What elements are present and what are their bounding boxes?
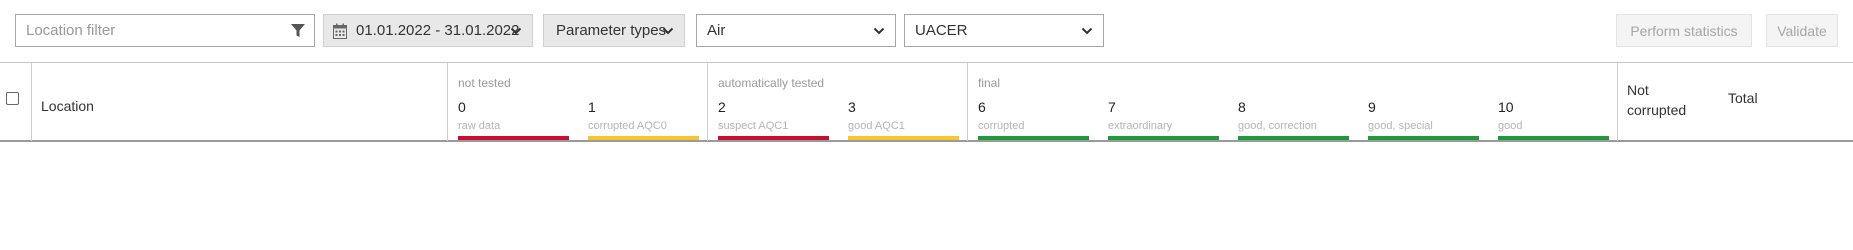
- column-divider: [967, 63, 968, 141]
- parameter-types-dropdown[interactable]: Parameter types: [543, 14, 685, 47]
- flag-code: 1: [588, 99, 596, 115]
- table-header: Location not tested automatically tested…: [0, 62, 1853, 142]
- flag-label: corrupted AQC0: [588, 120, 667, 132]
- flag-label: good AQC1: [848, 120, 905, 132]
- flag-code: 0: [458, 99, 466, 115]
- flag-label: good, special: [1368, 120, 1433, 132]
- column-divider: [1617, 63, 1618, 141]
- total-column-header: Total: [1728, 90, 1758, 106]
- group-not-tested: not tested: [458, 76, 511, 90]
- flag-code: 3: [848, 99, 856, 115]
- column-divider: [707, 63, 708, 141]
- flag-color-bar: [978, 136, 1089, 140]
- filter-icon[interactable]: [290, 23, 306, 39]
- network-value: UACER: [915, 22, 968, 39]
- chevron-down-icon: [510, 27, 522, 35]
- date-range-value: 01.01.2022 - 31.01.2022: [356, 22, 520, 39]
- flag-color-bar: [848, 136, 959, 140]
- chevron-down-icon: [873, 27, 885, 35]
- flag-color-bar: [718, 136, 829, 140]
- perform-statistics-button[interactable]: Perform statistics: [1616, 14, 1752, 47]
- flag-color-bar: [588, 136, 699, 140]
- column-divider: [31, 63, 32, 141]
- flag-code: 6: [978, 99, 986, 115]
- medium-value: Air: [707, 22, 726, 39]
- flag-code: 7: [1108, 99, 1116, 115]
- flag-color-bar: [1368, 136, 1479, 140]
- location-filter-input[interactable]: [16, 15, 314, 46]
- flag-color-bar: [1498, 136, 1609, 140]
- flag-label: good: [1498, 120, 1523, 132]
- group-automatically-tested: automatically tested: [718, 76, 825, 90]
- flag-label: raw data: [458, 120, 501, 132]
- location-column-header[interactable]: Location: [41, 98, 94, 114]
- flag-label: extraordinary: [1108, 120, 1173, 132]
- flag-code: 2: [718, 99, 726, 115]
- parameter-types-label: Parameter types: [556, 22, 667, 39]
- flag-color-bar: [1108, 136, 1219, 140]
- flag-code: 10: [1498, 99, 1514, 115]
- calendar-icon: [333, 23, 347, 39]
- flag-color-bar: [1238, 136, 1349, 140]
- flag-color-bar: [458, 136, 569, 140]
- flag-label: suspect AQC1: [718, 120, 789, 132]
- chevron-down-icon: [1081, 27, 1093, 35]
- select-all-checkbox[interactable]: [6, 92, 19, 105]
- network-select[interactable]: UACER: [904, 14, 1104, 47]
- flag-code: 8: [1238, 99, 1246, 115]
- location-filter-field[interactable]: [15, 14, 315, 47]
- flag-label: good, correction: [1238, 120, 1317, 132]
- select-all-cell: [0, 63, 31, 141]
- column-divider: [447, 63, 448, 141]
- toolbar: 01.01.2022 - 31.01.2022 Parameter types …: [15, 14, 1838, 47]
- chevron-down-icon: [662, 27, 674, 35]
- validate-button[interactable]: Validate: [1766, 14, 1838, 47]
- flag-code: 9: [1368, 99, 1376, 115]
- group-final: final: [978, 76, 1001, 90]
- date-range-picker[interactable]: 01.01.2022 - 31.01.2022: [323, 14, 533, 47]
- medium-select[interactable]: Air: [696, 14, 896, 47]
- flag-label: corrupted: [978, 120, 1025, 132]
- not-corrupted-column-header: Not corrupted: [1627, 82, 1687, 118]
